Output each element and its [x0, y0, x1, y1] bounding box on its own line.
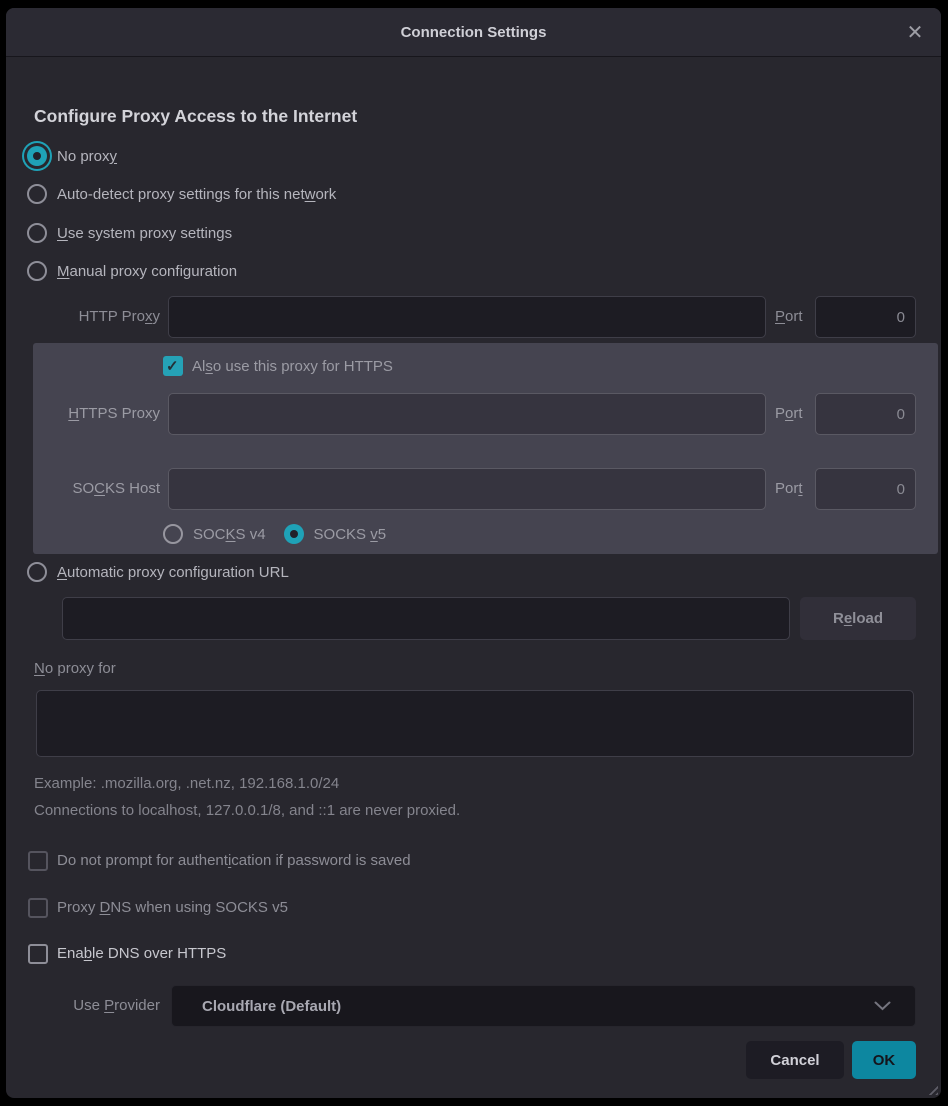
provider-dropdown-value: Cloudflare (Default): [202, 998, 874, 1015]
checkbox-label: Enable DNS over HTTPS: [57, 945, 226, 962]
reload-button: Reload: [800, 597, 916, 640]
radio-icon: [27, 562, 47, 582]
resize-grip[interactable]: [925, 1082, 938, 1095]
checkbox-no-prompt-auth: Do not prompt for authentication if pass…: [28, 850, 411, 871]
socks-host-input: [168, 468, 766, 510]
dialog-titlebar: Connection Settings ✕: [6, 8, 941, 57]
no-proxy-note-text: Connections to localhost, 127.0.0.1/8, a…: [34, 802, 460, 819]
radio-icon: [27, 146, 47, 166]
radio-icon: [27, 184, 47, 204]
radio-option-auto-detect[interactable]: Auto-detect proxy settings for this netw…: [27, 182, 336, 206]
socks-version-group: SOCKS v4 SOCKS v5: [163, 523, 386, 545]
radio-icon: [27, 223, 47, 243]
https-port-label: Port: [775, 393, 803, 435]
checkbox-icon: [28, 851, 48, 871]
radio-option-auto-url[interactable]: Automatic proxy configuration URL: [27, 560, 289, 584]
no-proxy-for-label: No proxy for: [34, 660, 116, 677]
radio-label: Auto-detect proxy settings for this netw…: [57, 186, 336, 203]
checkbox-also-use-https: Also use this proxy for HTTPS: [163, 355, 393, 377]
socks-port-input: [815, 468, 916, 510]
checkbox-label: Proxy DNS when using SOCKS v5: [57, 899, 288, 916]
socks-port-label: Port: [775, 468, 803, 510]
checkbox-label: Do not prompt for authentication if pass…: [57, 852, 411, 869]
socks-v5-label: SOCKS v5: [314, 526, 387, 543]
radio-label: Use system proxy settings: [57, 225, 232, 242]
chevron-down-icon: [874, 1001, 891, 1011]
checkbox-label: Also use this proxy for HTTPS: [192, 358, 393, 375]
radio-label: Automatic proxy configuration URL: [57, 564, 289, 581]
no-proxy-for-textarea: [36, 690, 914, 757]
https-port-input: [815, 393, 916, 435]
radio-icon: [163, 524, 183, 544]
auto-config-url-input: [62, 597, 790, 640]
dialog-title: Connection Settings: [401, 24, 547, 41]
http-proxy-label: HTTP Proxy: [28, 296, 160, 338]
socks-v4-label: SOCKS v4: [193, 526, 266, 543]
radio-label: Manual proxy configuration: [57, 263, 237, 280]
radio-icon: [284, 524, 304, 544]
checkbox-proxy-dns-socks5: Proxy DNS when using SOCKS v5: [28, 897, 288, 918]
cancel-button[interactable]: Cancel: [746, 1041, 844, 1079]
http-port-input: [815, 296, 916, 338]
no-proxy-example-text: Example: .mozilla.org, .net.nz, 192.168.…: [34, 775, 339, 792]
connection-settings-dialog: Connection Settings ✕ Configure Proxy Ac…: [6, 8, 941, 1098]
http-proxy-input: [168, 296, 766, 338]
radio-option-manual-proxy[interactable]: Manual proxy configuration: [27, 259, 237, 283]
https-proxy-label: HTTPS Proxy: [28, 393, 160, 435]
provider-dropdown: Cloudflare (Default): [171, 985, 916, 1027]
page-title: Configure Proxy Access to the Internet: [34, 106, 357, 127]
radio-option-system-proxy[interactable]: Use system proxy settings: [27, 221, 232, 245]
radio-option-no-proxy[interactable]: No proxy: [27, 144, 117, 168]
checkbox-icon: [28, 898, 48, 918]
close-icon[interactable]: ✕: [901, 18, 929, 46]
ok-button[interactable]: OK: [852, 1041, 916, 1079]
https-proxy-input: [168, 393, 766, 435]
http-port-label: Port: [775, 296, 803, 338]
use-provider-label: Use Provider: [28, 985, 160, 1027]
checkbox-enable-doh[interactable]: Enable DNS over HTTPS: [28, 943, 226, 964]
radio-icon: [27, 261, 47, 281]
socks-host-label: SOCKS Host: [28, 468, 160, 510]
checkbox-icon: [163, 356, 183, 376]
checkbox-icon: [28, 944, 48, 964]
radio-label: No proxy: [57, 148, 117, 165]
